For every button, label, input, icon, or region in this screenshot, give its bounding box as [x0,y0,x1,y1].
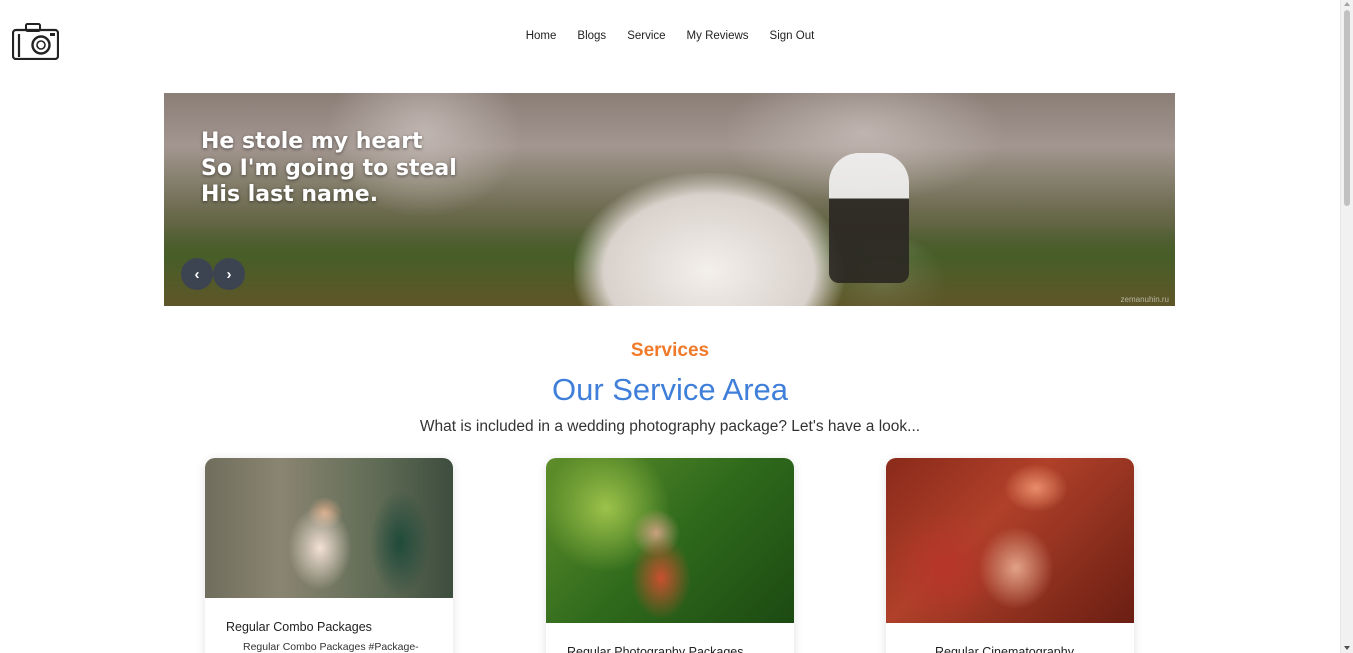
scroll-up-arrow-icon[interactable] [1344,2,1350,6]
nav-service[interactable]: Service [617,30,676,42]
service-card-description: Regular Combo Packages #Package- [243,641,419,653]
nav-sign-out[interactable]: Sign Out [759,30,825,42]
main-nav: Home Blogs Service My Reviews Sign Out [0,30,1340,42]
service-card-title: Regular Photography Packages [567,645,744,653]
nav-my-reviews[interactable]: My Reviews [676,30,759,42]
service-card-title: Regular Cinematography [935,645,1074,653]
hero-carousel: He stole my heart So I'm going to steal … [164,93,1175,306]
services-eyebrow: Services [630,340,710,361]
nav-home[interactable]: Home [515,30,567,42]
hero-groom-figure [829,153,909,283]
service-card-combo[interactable]: Regular Combo Packages Regular Combo Pac… [205,458,453,653]
hero-caption-line-3: His last name. [201,182,379,207]
page-scrollbar[interactable] [1340,0,1353,653]
hero-watermark: zemanuhin.ru [1120,295,1169,304]
service-card-title: Regular Combo Packages [226,620,372,634]
carousel-prev-button[interactable]: ‹ [181,258,213,290]
carousel-next-button[interactable]: › [213,258,245,290]
scroll-down-arrow-icon[interactable] [1344,646,1350,650]
service-card-photography[interactable]: Regular Photography Packages [546,458,794,653]
services-title: Our Service Area [551,372,789,407]
hero-bride-figure [574,173,844,306]
hero-caption-line-2: So I'm going to steal [201,155,457,181]
hero-caption-line-1: He stole my heart [201,129,423,154]
nav-blogs[interactable]: Blogs [567,30,617,42]
service-card-image [205,458,453,598]
service-card-image [886,458,1134,623]
service-card-cinematography[interactable]: Regular Cinematography [886,458,1134,653]
scrollbar-thumb[interactable] [1344,10,1350,206]
services-subtitle: What is included in a wedding photograph… [419,418,921,435]
service-card-image [546,458,794,623]
hero-caption: He stole my heart So I'm going to steal … [201,129,457,209]
